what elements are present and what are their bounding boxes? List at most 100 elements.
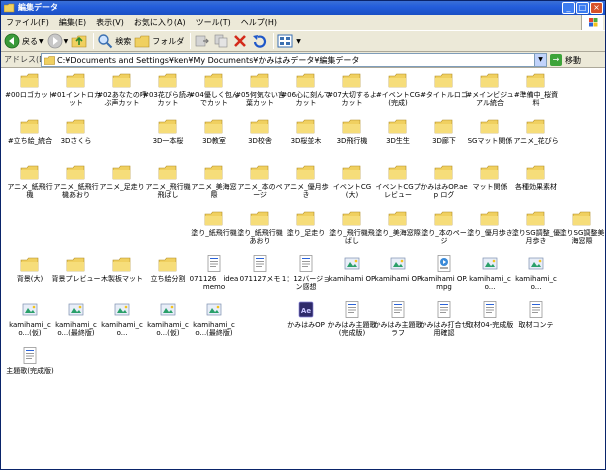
folder-item[interactable]: アニメ_紙飛行機あおり	[51, 162, 101, 199]
folder-item[interactable]: アニメ_飛行機飛ばし	[143, 162, 193, 199]
file-item[interactable]: kamihami_co...	[465, 254, 515, 291]
search-button[interactable]: 検索	[97, 31, 131, 51]
file-item[interactable]: kamihami_co...(最終版)	[51, 300, 101, 337]
folder-item[interactable]: #04優しく包んでカット	[189, 70, 239, 107]
folder-item[interactable]: アニメ_美海窓際	[189, 162, 239, 199]
folder-item[interactable]: 木製板マット	[97, 254, 147, 283]
folder-item[interactable]: 3D生生	[373, 116, 423, 145]
file-item[interactable]: かみはみ主題歌ラフ	[373, 300, 423, 337]
folder-icon	[20, 73, 39, 88]
folder-item[interactable]: #準備中_桜資料	[511, 70, 561, 107]
folder-item[interactable]: 背景プレビュー	[51, 254, 101, 283]
file-item[interactable]: kamihami_co...(最終版)	[189, 300, 239, 337]
folder-item[interactable]: SGマット関係	[465, 116, 515, 145]
delete-icon	[234, 35, 247, 47]
item-label: 1：12バージョン感想	[281, 275, 331, 291]
folder-item[interactable]: かみはみOP.aep ログ	[419, 162, 469, 199]
folder-item[interactable]: 3D一本桜	[143, 116, 193, 145]
folder-item[interactable]: 塗りSG調整美海窓際	[557, 208, 605, 245]
file-item[interactable]: kamihami_co...	[511, 254, 561, 291]
up-folder-button[interactable]	[71, 31, 87, 51]
minimize-button[interactable]: _	[562, 2, 575, 14]
go-button[interactable]: → 移動	[550, 53, 581, 67]
address-input[interactable]: C:¥Documents and Settings¥ken¥My Documen…	[41, 53, 547, 67]
menu-view[interactable]: 表示(V)	[91, 15, 129, 30]
item-label: 塗り_足走り	[286, 229, 326, 237]
file-item[interactable]: かみはみ打合せ用確認	[419, 300, 469, 337]
folder-item[interactable]: #06心に刻んでカット	[281, 70, 331, 107]
folder-item[interactable]: #05何気ない言葉カット	[235, 70, 285, 107]
folder-item[interactable]: 3D教室	[189, 116, 239, 145]
file-item[interactable]: 取材コンテ	[511, 300, 561, 329]
folder-item[interactable]: イベントCG(大)	[327, 162, 377, 199]
menu-file[interactable]: ファイル(F)	[1, 15, 54, 30]
folder-item[interactable]: 3D廊下	[419, 116, 469, 145]
forward-button[interactable]: ▼	[47, 31, 69, 51]
folder-item[interactable]: #07大切するよカット	[327, 70, 377, 107]
folder-item[interactable]: 塗り_紙飛行機あおり	[235, 208, 285, 245]
menu-favorites[interactable]: お気に入り(A)	[129, 15, 191, 30]
title-bar[interactable]: 編集データ _ □ ×	[1, 1, 605, 15]
chevron-down-icon[interactable]: ▼	[296, 38, 301, 45]
folder-item[interactable]: #タイトルロゴ	[419, 70, 469, 99]
folder-item[interactable]: 3D桜並木	[281, 116, 331, 145]
menu-help[interactable]: ヘルプ(H)	[236, 15, 282, 30]
folder-item[interactable]: 背景(大)	[5, 254, 55, 283]
copy-to-button[interactable]	[213, 31, 229, 51]
folder-item[interactable]: #01イントロカット	[51, 70, 101, 107]
delete-button[interactable]	[232, 31, 248, 51]
folder-item[interactable]: #メインビジュアル統合	[465, 70, 515, 107]
file-item[interactable]: 主題歌(完成版)	[5, 346, 55, 375]
file-item[interactable]: kamihami_co...	[97, 300, 147, 337]
chevron-down-icon[interactable]: ▼	[64, 38, 69, 45]
folder-item[interactable]: 3D校舎	[235, 116, 285, 145]
folder-item[interactable]: 各種効果素材	[511, 162, 561, 191]
folder-item[interactable]: アニメ_紙飛行機	[5, 162, 55, 199]
back-button[interactable]: 戻る ▼	[4, 31, 44, 51]
folder-item[interactable]: イベントCGプレビュー	[373, 162, 423, 199]
maximize-button[interactable]: □	[576, 2, 589, 14]
folder-item[interactable]: アニメ_優月歩き	[281, 162, 331, 199]
folder-item[interactable]: アニメ_本のページ	[235, 162, 285, 199]
folder-item[interactable]: アニメ_足走り	[97, 162, 147, 191]
file-item[interactable]: kamihami OP.mpg	[419, 254, 469, 291]
file-item[interactable]: 071127メモ	[235, 254, 285, 283]
close-button[interactable]: ×	[590, 2, 603, 14]
folder-item[interactable]: #立ち絵_統合	[5, 116, 55, 145]
menu-tools[interactable]: ツール(T)	[191, 15, 236, 30]
views-button[interactable]: ▼	[277, 31, 301, 51]
folder-item[interactable]: #イベントCG(完成)	[373, 70, 423, 107]
folder-item[interactable]: 塗り_美海窓際	[373, 208, 423, 237]
folder-item[interactable]: 塗り_優月歩き	[465, 208, 515, 237]
file-item[interactable]: kamihami OP	[373, 254, 423, 283]
file-item[interactable]: kamihami OP	[327, 254, 377, 283]
chevron-down-icon[interactable]: ▼	[534, 54, 546, 66]
file-item[interactable]: 1：12バージョン感想	[281, 254, 331, 291]
file-item[interactable]: 取材04-完成版	[465, 300, 515, 329]
folder-item[interactable]: 立ち絵分割	[143, 254, 193, 283]
folder-item[interactable]: #03花びら読みカット	[143, 70, 193, 107]
file-item[interactable]: かみはみ主題歌(完成版)	[327, 300, 377, 337]
file-item[interactable]: Ae かみはみOP	[281, 300, 331, 329]
folder-item[interactable]: 3D飛行機	[327, 116, 377, 145]
menu-edit[interactable]: 編集(E)	[54, 15, 91, 30]
folder-item[interactable]: 3Dさくら	[51, 116, 101, 145]
folder-item[interactable]: アニメ_花びら	[511, 116, 561, 145]
folders-button[interactable]: フォルダ	[134, 31, 184, 51]
folder-item[interactable]: #02あなたの呼ぶ声カット	[97, 70, 147, 107]
folder-item[interactable]: マット関係	[465, 162, 515, 191]
file-item[interactable]: 071126 idea memo	[189, 254, 239, 291]
folder-item[interactable]: #00ロゴカット	[5, 70, 55, 99]
chevron-down-icon[interactable]: ▼	[39, 38, 44, 45]
file-item[interactable]: kamihami_co...(仮)	[143, 300, 193, 337]
folder-item[interactable]: 塗り_本のページ	[419, 208, 469, 245]
file-item[interactable]: kamihami_co...(仮)	[5, 300, 55, 337]
folder-item[interactable]: 塗り_飛行機飛ばし	[327, 208, 377, 245]
folder-item[interactable]: 塗りSG調整_優月歩き	[511, 208, 561, 245]
move-to-button[interactable]	[194, 31, 210, 51]
folder-icon	[296, 211, 315, 226]
folder-item[interactable]: 塗り_紙飛行機	[189, 208, 239, 237]
undo-button[interactable]	[251, 31, 267, 51]
folder-item[interactable]: 塗り_足走り	[281, 208, 331, 237]
file-list[interactable]: #00ロゴカット #01イントロカット #02あなたの呼ぶ声カット #03花びら読みカ…	[1, 68, 605, 469]
